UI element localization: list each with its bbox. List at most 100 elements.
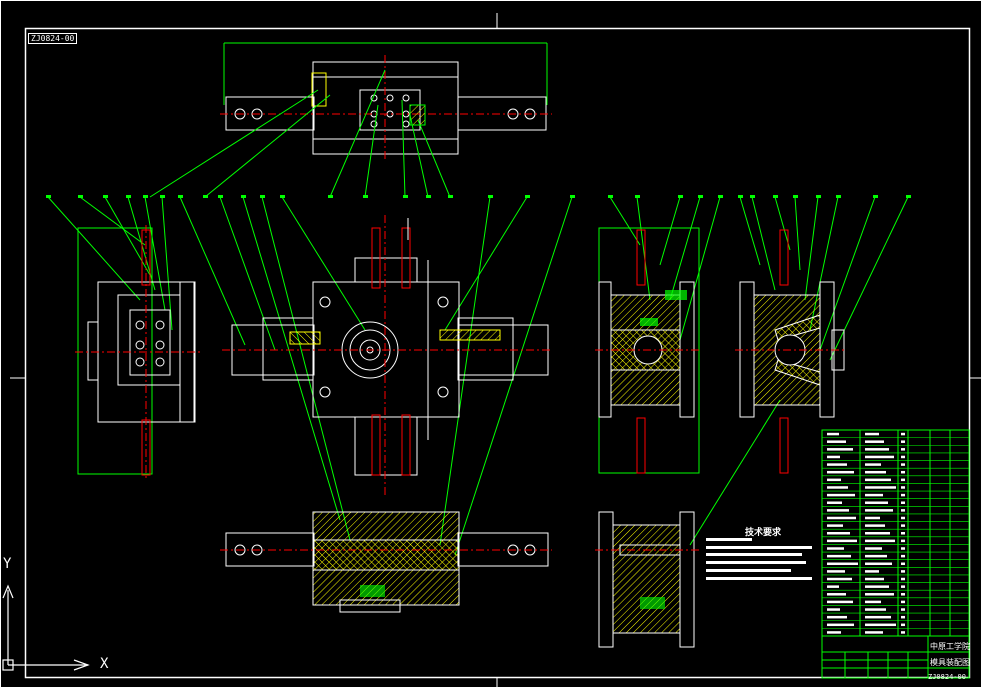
ucs-x-label: X [100,656,109,672]
bom-cell-text [901,623,905,627]
bom-cell-text [827,440,846,443]
bom-cell-text [827,524,843,527]
bom-cell-text [827,554,851,558]
bom-cell-text [901,448,905,451]
title-block-part-name: 模具装配图 [930,658,970,667]
bom-cell-text [901,493,905,497]
bom-cell-text [901,486,905,489]
bom-cell-text [865,631,883,634]
bom-cell-text [827,470,854,474]
bom-cell-text [865,562,892,566]
bom-cell-text [865,463,881,466]
bom-cell-text [827,478,841,482]
bom-cell-text [865,448,889,451]
bom-cell-text [901,600,905,604]
bom-cell-text [827,516,856,520]
ucs-y-label: Y [3,556,12,572]
bom-cell-text [865,547,882,550]
ucs-icon [2,584,90,671]
bom-cell-text [865,608,886,611]
bom-cell-text [901,631,905,634]
bom-cell-text [865,516,880,520]
detail-section-view[interactable] [595,511,700,648]
bom-cell-text [827,593,846,596]
bom-cell-text [827,463,847,466]
bom-cell-text [865,432,879,436]
bom-cell-text [901,501,905,504]
tech-requirements-text [706,538,812,580]
bom-cell-text [865,585,889,588]
title-block-school: 中原工学院 [930,642,970,651]
bom-cell-text [865,539,895,543]
bom-cell-text [865,493,883,497]
bom-cell-text [827,615,847,619]
bom-cell-text [827,493,855,497]
bom-cell-text [865,524,885,527]
bom-cell-text [865,570,879,573]
left-side-view[interactable] [75,225,200,478]
bottom-section-view[interactable] [220,511,552,613]
bom-cell-text [865,577,884,581]
bom-cell-text [827,608,840,611]
bom-cell-text [865,509,893,512]
bom-cell-text [865,623,896,627]
bom-cell-text [901,585,905,588]
bom-cell-text [865,470,886,474]
bom-cell-text [827,432,839,436]
bom-cell-text [827,448,853,451]
bom-cell-text [827,577,852,581]
drawing-number-label: ZJ0824-00 [28,33,78,44]
bom-cell-text [901,455,905,459]
parts-list-table[interactable] [821,429,970,637]
bom-cell-text [865,532,890,535]
bom-cell-text [865,478,891,482]
right-side-view-b[interactable] [735,229,845,474]
bom-cell-text [901,532,905,535]
bom-cell-text [827,631,841,634]
title-block-drawing-number: ZJ0824-00 [928,673,966,681]
bom-cell-text [901,593,905,596]
cad-drawing-canvas[interactable] [0,0,982,688]
bom-cell-text [901,554,905,558]
bom-cell-text [901,524,905,527]
bom-cell-text [865,600,881,604]
bom-cell-text [865,593,894,596]
bom-cell-text [865,440,884,443]
bom-cell-text [901,516,905,520]
leader-tags [46,195,911,198]
bom-cell-text [901,440,905,443]
bom-cell-text [901,509,905,512]
bom-cell-text [901,615,905,619]
bom-cell-text [901,608,905,611]
bom-cell-text [827,547,844,550]
right-side-view-a[interactable] [595,227,700,474]
bom-cell-text [827,600,853,604]
bom-cell-text [865,554,887,558]
bom-cell-text [827,486,848,489]
bom-cell-text [827,532,850,535]
bom-cell-text [901,570,905,573]
bom-cell-text [827,455,840,459]
bom-cell-text [901,463,905,466]
tech-requirements-title: 技术要求 [745,528,782,538]
bom-cell-text [901,547,905,550]
bom-cell-text [827,509,849,512]
bom-cell-text [865,501,888,504]
bom-cell-text [865,486,896,489]
drawing-frame [0,0,982,688]
bom-cell-text [901,478,905,482]
bom-cell-text [827,623,854,627]
bom-cell-text [865,615,891,619]
front-view[interactable] [222,215,552,495]
bom-cell-text [827,562,858,566]
bom-cell-text [901,470,905,474]
bom-cell-text [901,539,905,543]
bom-cell-text [901,432,905,436]
bom-cell-text [865,455,894,459]
top-view[interactable] [220,42,552,160]
bom-cell-text [901,577,905,581]
bom-cell-text [827,585,839,588]
bom-cell-text [901,562,905,566]
bom-cell-text [827,539,857,543]
bom-cell-text [827,501,842,504]
